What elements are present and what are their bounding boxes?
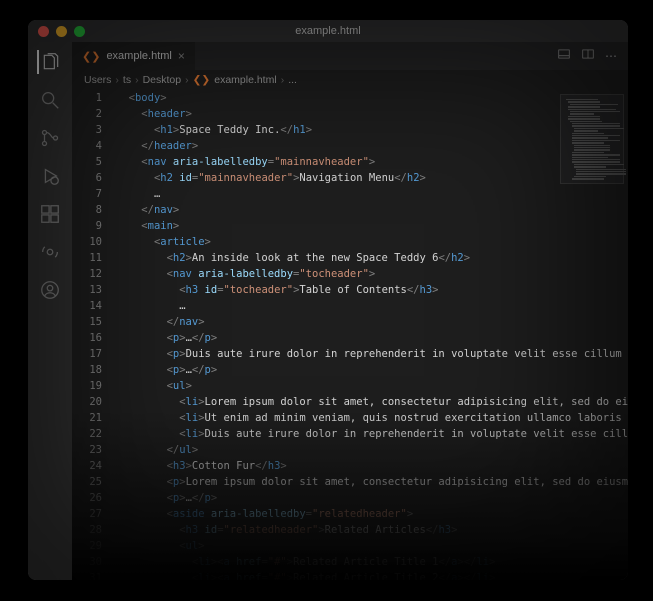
code-line[interactable]: <p>…</p> [116, 490, 554, 506]
line-number: 28 [72, 522, 102, 538]
line-number: 30 [72, 554, 102, 570]
code-line[interactable]: … [116, 186, 554, 202]
code-line[interactable]: </ul> [116, 442, 554, 458]
line-number: 11 [72, 250, 102, 266]
code-line[interactable]: <h1>Space Teddy Inc.</h1> [116, 122, 554, 138]
html-file-icon: ❮❯ [193, 74, 211, 86]
code-line[interactable]: <p>…</p> [116, 330, 554, 346]
crumb[interactable]: ts [123, 74, 131, 86]
more-icon[interactable]: ⋯ [605, 49, 618, 63]
line-number: 21 [72, 410, 102, 426]
line-number: 17 [72, 346, 102, 362]
code-line[interactable]: <nav aria-labelledby="tocheader"> [116, 266, 554, 282]
line-number: 19 [72, 378, 102, 394]
line-number: 4 [72, 138, 102, 154]
line-number: 13 [72, 282, 102, 298]
code-line[interactable]: <h3>Cotton Fur</h3> [116, 458, 554, 474]
code-line[interactable]: <h3 id="tocheader">Table of Contents</h3… [116, 282, 554, 298]
line-number: 18 [72, 362, 102, 378]
line-number: 9 [72, 218, 102, 234]
tab-actions: ⋯ [557, 42, 628, 70]
window-title: example.html [28, 25, 628, 37]
line-number: 12 [72, 266, 102, 282]
code-line[interactable]: </nav> [116, 314, 554, 330]
line-number: 23 [72, 442, 102, 458]
code-line[interactable]: <header> [116, 106, 554, 122]
remote-icon[interactable] [38, 240, 62, 264]
files-icon[interactable] [37, 50, 61, 74]
line-number: 15 [72, 314, 102, 330]
activity-bar [28, 42, 72, 580]
line-number: 6 [72, 170, 102, 186]
crumb[interactable]: Users [84, 74, 111, 86]
line-number: 29 [72, 538, 102, 554]
code[interactable]: <body> <header> <h1>Space Teddy Inc.</h1… [116, 90, 554, 580]
code-line[interactable]: <li><a href="#">Related Article Title 1<… [116, 554, 554, 570]
line-number: 31 [72, 570, 102, 580]
code-line[interactable]: … [116, 298, 554, 314]
line-number: 8 [72, 202, 102, 218]
debug-icon[interactable] [38, 164, 62, 188]
code-line[interactable]: <p>Duis aute irure dolor in reprehenderi… [116, 346, 554, 362]
code-line[interactable]: <aside aria-labelledby="relatedheader"> [116, 506, 554, 522]
code-line[interactable]: <ul> [116, 378, 554, 394]
tab-label: example.html [106, 50, 171, 62]
crumb-tail[interactable]: ... [288, 74, 297, 86]
search-icon[interactable] [38, 88, 62, 112]
gutter: 1234567891011121314151617181920212223242… [72, 90, 112, 580]
tab-example-html[interactable]: ❮❯ example.html × [72, 42, 196, 70]
tabs: ❮❯ example.html × ⋯ [72, 42, 628, 70]
code-line[interactable]: </header> [116, 138, 554, 154]
code-line[interactable]: <ul> [116, 538, 554, 554]
line-number: 25 [72, 474, 102, 490]
line-number: 20 [72, 394, 102, 410]
minimap[interactable] [560, 94, 624, 184]
line-number: 24 [72, 458, 102, 474]
line-number: 22 [72, 426, 102, 442]
line-number: 2 [72, 106, 102, 122]
code-line[interactable]: <article> [116, 234, 554, 250]
split-editor-icon[interactable] [581, 47, 595, 66]
line-number: 10 [72, 234, 102, 250]
html-file-icon: ❮❯ [82, 50, 100, 63]
line-number: 5 [72, 154, 102, 170]
code-line[interactable]: <li><a href="#">Related Article Title 2<… [116, 570, 554, 580]
code-line[interactable]: <p>…</p> [116, 362, 554, 378]
line-number: 1 [72, 90, 102, 106]
close-icon[interactable]: × [178, 50, 185, 62]
code-line[interactable]: <li>Lorem ipsum dolor sit amet, consecte… [116, 394, 554, 410]
breadcrumbs[interactable]: Users› ts› Desktop› ❮❯ example.html› ... [72, 70, 628, 90]
code-line[interactable]: <main> [116, 218, 554, 234]
line-number: 16 [72, 330, 102, 346]
crumb[interactable]: Desktop [143, 74, 182, 86]
code-line[interactable]: <h3 id="relatedheader">Related Articles<… [116, 522, 554, 538]
line-number: 7 [72, 186, 102, 202]
line-number: 14 [72, 298, 102, 314]
code-line[interactable]: <h2>An inside look at the new Space Tedd… [116, 250, 554, 266]
code-line[interactable]: <li>Ut enim ad minim veniam, quis nostru… [116, 410, 554, 426]
crumb-file[interactable]: example.html [214, 74, 276, 86]
line-number: 27 [72, 506, 102, 522]
extensions-icon[interactable] [38, 202, 62, 226]
code-line[interactable]: <body> [116, 90, 554, 106]
code-line[interactable]: <nav aria-labelledby="mainnavheader"> [116, 154, 554, 170]
code-line[interactable]: <h2 id="mainnavheader">Navigation Menu</… [116, 170, 554, 186]
code-line[interactable]: <p>Lorem ipsum dolor sit amet, consectet… [116, 474, 554, 490]
layout-panel-icon[interactable] [557, 47, 571, 66]
account-icon[interactable] [38, 278, 62, 302]
editor-group: ❮❯ example.html × ⋯ Users› ts› Desktop› … [72, 42, 628, 580]
window: example.html ❮❯ example.html × ⋯ [28, 20, 628, 580]
editor[interactable]: 1234567891011121314151617181920212223242… [72, 90, 628, 580]
source-control-icon[interactable] [38, 126, 62, 150]
titlebar[interactable]: example.html [28, 20, 628, 42]
code-line[interactable]: </nav> [116, 202, 554, 218]
line-number: 26 [72, 490, 102, 506]
line-number: 3 [72, 122, 102, 138]
code-line[interactable]: <li>Duis aute irure dolor in reprehender… [116, 426, 554, 442]
body: ❮❯ example.html × ⋯ Users› ts› Desktop› … [28, 42, 628, 580]
